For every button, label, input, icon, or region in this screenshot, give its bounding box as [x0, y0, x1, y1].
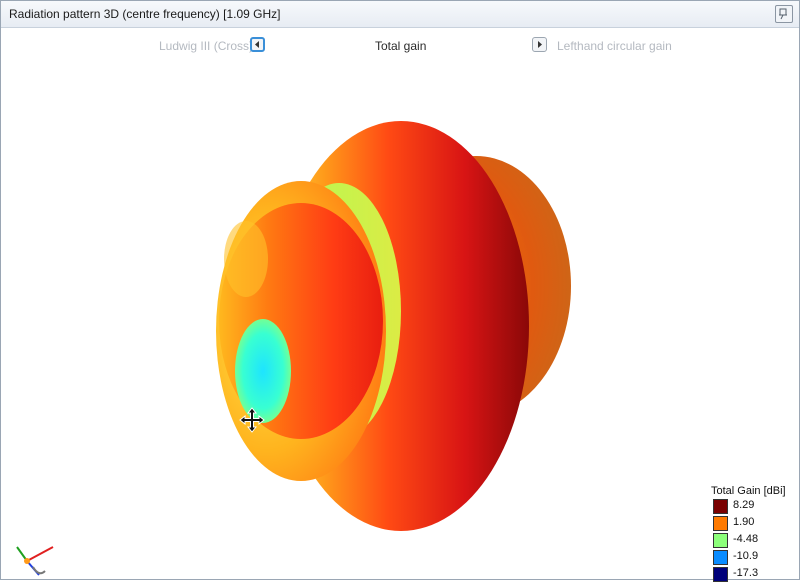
legend-label: -10.9 [733, 550, 759, 562]
legend-label: -4.48 [733, 533, 759, 545]
nav-prev-button[interactable] [250, 37, 265, 52]
radiation-pattern-window: Radiation pattern 3D (centre frequency) … [0, 0, 800, 582]
nav-current-label: Total gain [375, 39, 427, 53]
legend-swatch [713, 533, 728, 548]
legend-item: -10.9 [711, 549, 786, 565]
legend-item: -4.48 [711, 532, 786, 548]
pin-button[interactable] [775, 5, 793, 23]
gain-legend: Total Gain [dBi] 8.29 1.90 -4.48 -10.9 -… [711, 485, 786, 582]
legend-swatch [713, 499, 728, 514]
window-title: Radiation pattern 3D (centre frequency) … [9, 7, 281, 21]
nav-next-label[interactable]: Lefthand circular gain [557, 39, 672, 53]
legend-label: -17.3 [733, 567, 759, 579]
legend-label: 1.90 [733, 516, 755, 528]
axis-triad-icon[interactable] [9, 541, 59, 579]
radiation-pattern-3d-view[interactable] [1, 61, 799, 579]
torus-highlight [224, 221, 268, 297]
nav-prev-label[interactable]: Ludwig III (Cross) [159, 39, 253, 53]
nav-next-button[interactable] [532, 37, 547, 52]
legend-title: Total Gain [dBi] [711, 485, 786, 497]
chevron-left-icon [255, 41, 259, 48]
title-bar: Radiation pattern 3D (centre frequency) … [1, 1, 799, 28]
legend-swatch [713, 516, 728, 531]
legend-item: 8.29 [711, 498, 786, 514]
pin-icon [779, 8, 787, 20]
center-null [235, 319, 291, 423]
legend-swatch [713, 550, 728, 565]
legend-label: 8.29 [733, 499, 755, 511]
legend-item: 1.90 [711, 515, 786, 531]
chevron-right-icon [538, 41, 542, 48]
